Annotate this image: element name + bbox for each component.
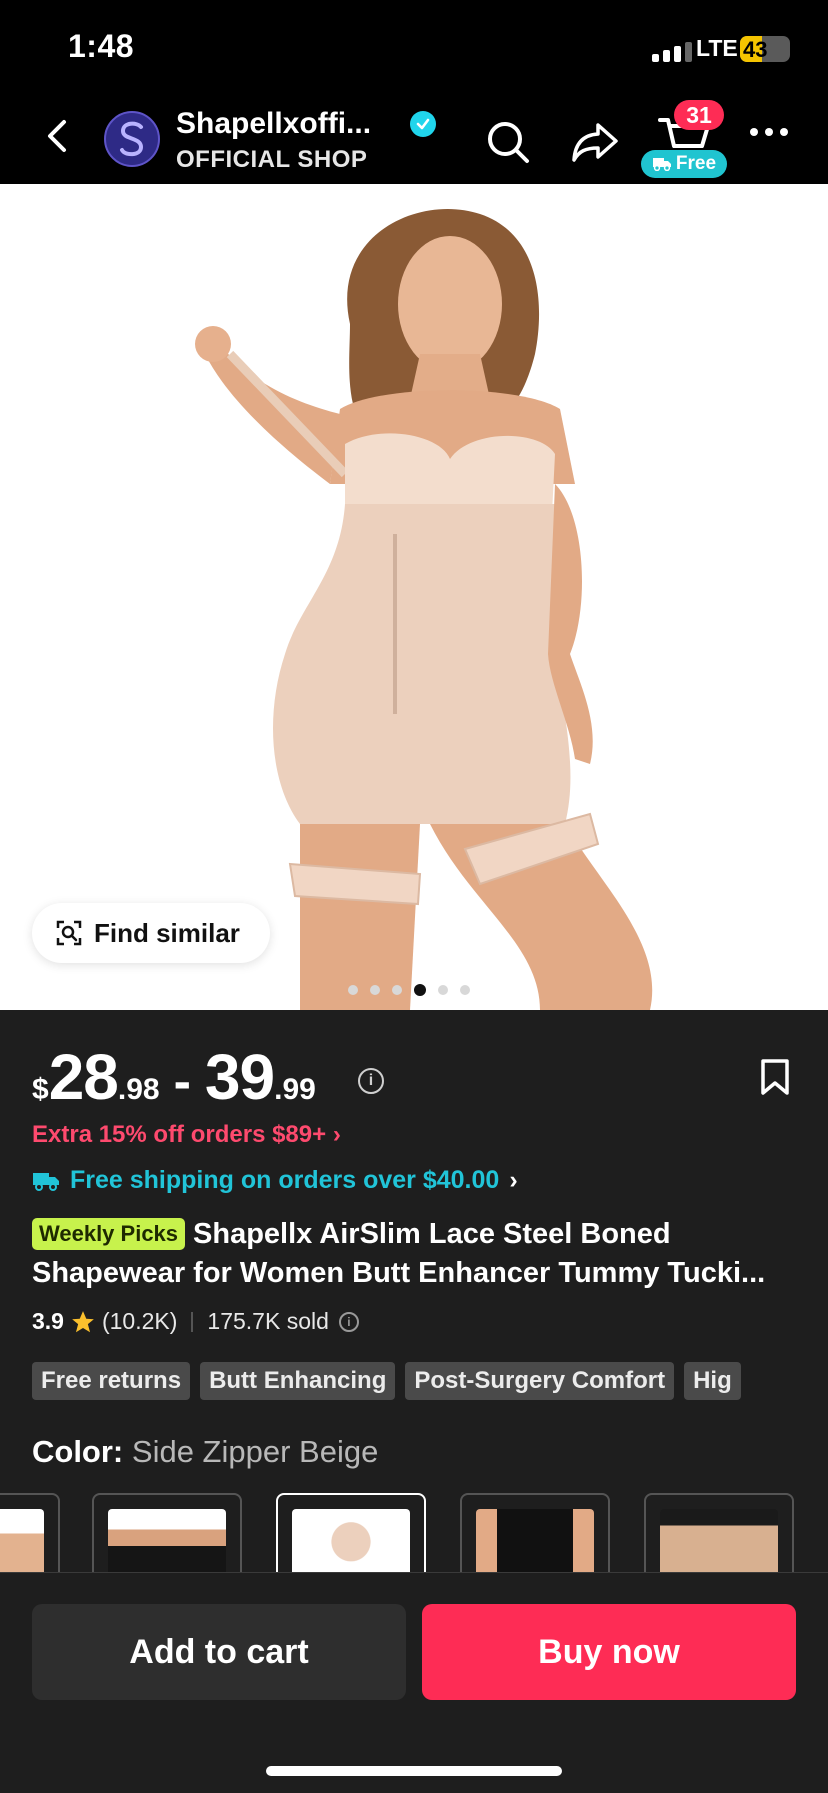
shop-logo-icon	[120, 121, 144, 157]
status-time: 1:48	[68, 28, 135, 64]
star-icon	[72, 1310, 94, 1332]
product-title: Weekly Picks Shapellx AirSlim Lace Steel …	[32, 1215, 798, 1293]
signal-icon	[652, 40, 692, 62]
gallery-dot	[392, 985, 402, 995]
find-similar-button[interactable]: Find similar	[32, 903, 270, 963]
chevron-right-icon: ›	[332, 1121, 341, 1148]
search-icon[interactable]	[484, 118, 532, 166]
add-to-cart-button[interactable]: Add to cart	[32, 1604, 406, 1700]
shop-avatar[interactable]	[104, 111, 160, 167]
price-min-whole: 28	[48, 1041, 119, 1113]
bookmark-icon[interactable]	[760, 1058, 790, 1096]
price-currency: $	[32, 1073, 49, 1106]
price-max-fraction: .99	[274, 1073, 316, 1106]
back-icon[interactable]	[38, 116, 78, 156]
shop-subtitle: OFFICIAL SHOP	[176, 146, 368, 173]
gallery-dot-active	[414, 984, 426, 996]
price-min-fraction: .98	[117, 1073, 160, 1106]
gallery-dot	[460, 985, 470, 995]
gallery-dot	[348, 985, 358, 995]
product-title-line1: Shapellx AirSlim Lace Steel Boned	[193, 1218, 671, 1250]
color-label: Color:	[32, 1434, 124, 1469]
divider	[191, 1311, 194, 1332]
chevron-right-icon: ›	[509, 1166, 518, 1194]
promo-text: Extra 15% off orders $89+	[32, 1121, 327, 1148]
sold-count: 175.7K sold	[207, 1308, 329, 1334]
battery-icon: 43	[740, 36, 790, 62]
price-max-whole: 39	[204, 1041, 275, 1113]
more-options-icon[interactable]	[750, 128, 788, 136]
color-selector-label: Color: Side Zipper Beige	[32, 1434, 378, 1470]
product-image-gallery[interactable]	[0, 184, 828, 1010]
tag-truncated[interactable]: Hig	[684, 1362, 741, 1400]
info-icon[interactable]: i	[338, 1311, 359, 1332]
rating-row[interactable]: 3.9 (10.2K) 175.7K sold i	[32, 1308, 359, 1335]
promo-link[interactable]: Extra 15% off orders $89+ ›	[32, 1121, 341, 1149]
weekly-picks-badge: Weekly Picks	[32, 1218, 186, 1250]
color-swatch[interactable]	[0, 1493, 60, 1573]
gallery-pagination	[348, 984, 470, 996]
tag-butt-enhancing[interactable]: Butt Enhancing	[200, 1362, 396, 1400]
shipping-text: Free shipping on orders over $40.00	[70, 1166, 500, 1194]
price-info-icon[interactable]: i	[358, 1068, 384, 1094]
gallery-dot	[370, 985, 380, 995]
battery-percent: 43	[743, 37, 768, 62]
truck-icon	[652, 158, 671, 171]
color-swatch-selected[interactable]	[276, 1493, 426, 1573]
price-separator: -	[173, 1053, 191, 1111]
color-swatch[interactable]	[644, 1493, 794, 1573]
product-photo	[0, 184, 828, 1010]
find-similar-label: Find similar	[94, 917, 240, 948]
free-shipping-pill: Free	[641, 150, 727, 178]
free-label: Free	[675, 153, 717, 174]
truck-icon	[33, 1172, 59, 1191]
tag-free-returns[interactable]: Free returns	[32, 1362, 191, 1400]
image-search-icon	[56, 920, 82, 946]
tag-post-surgery-comfort[interactable]: Post-Surgery Comfort	[405, 1362, 675, 1400]
color-swatches	[0, 1493, 828, 1573]
rating-count: (10.2K)	[101, 1308, 178, 1334]
share-icon[interactable]	[570, 118, 620, 166]
home-indicator[interactable]	[266, 1766, 562, 1776]
product-title-line2: Shapewear for Women Butt Enhancer Tummy …	[32, 1257, 766, 1289]
color-swatch[interactable]	[92, 1493, 242, 1573]
feature-tags: Free returns Butt Enhancing Post-Surgery…	[32, 1362, 796, 1400]
shop-name[interactable]: Shapellxoffi...	[176, 107, 371, 141]
rating-score: 3.9	[32, 1308, 64, 1334]
price-range: $ 28 .98 - 39 .99	[32, 1040, 316, 1114]
shipping-link[interactable]: Free shipping on orders over $40.00 ›	[32, 1166, 518, 1195]
gallery-dot	[438, 985, 448, 995]
verified-badge-icon	[410, 111, 436, 137]
color-value: Side Zipper Beige	[131, 1434, 379, 1469]
buy-now-button[interactable]: Buy now	[422, 1604, 796, 1700]
cart-count-badge: 31	[674, 100, 724, 130]
network-label: LTE	[696, 35, 738, 61]
color-swatch[interactable]	[460, 1493, 610, 1573]
